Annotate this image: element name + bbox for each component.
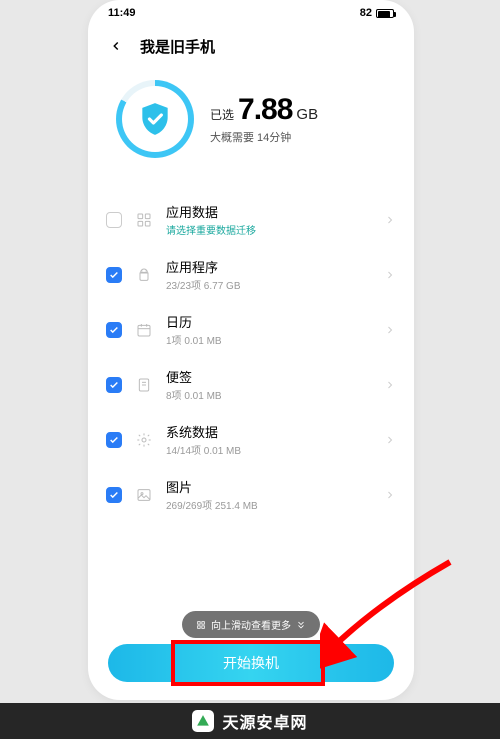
footer-logo-icon xyxy=(192,710,214,732)
item-subtitle: 1项 0.01 MB xyxy=(166,332,372,347)
summary-text: 已选 7.88 GB 大概需要 14分钟 xyxy=(210,93,318,145)
selected-label: 已选 xyxy=(210,106,234,123)
item-subtitle: 请选择重要数据迁移 xyxy=(166,222,372,237)
item-title: 便签 xyxy=(166,367,372,386)
grid-icon xyxy=(134,210,154,230)
list-item-apps[interactable]: 应用程序 23/23项 6.77 GB xyxy=(104,247,398,302)
back-button[interactable] xyxy=(104,34,128,58)
status-bar: 11:49 82 xyxy=(88,0,414,26)
checkbox[interactable] xyxy=(106,212,122,228)
page-title: 我是旧手机 xyxy=(140,36,215,57)
list-item-app-data[interactable]: 应用数据 请选择重要数据迁移 xyxy=(104,192,398,247)
data-categories-list[interactable]: 应用数据 请选择重要数据迁移 应用程序 23/23项 6.77 GB xyxy=(88,192,414,522)
chevron-right-icon xyxy=(384,269,396,281)
chevron-right-icon xyxy=(384,434,396,446)
checkbox[interactable] xyxy=(106,267,122,283)
list-item-notes[interactable]: 便签 8项 0.01 MB xyxy=(104,357,398,412)
item-subtitle: 8项 0.01 MB xyxy=(166,387,372,402)
progress-ring xyxy=(116,80,194,158)
status-time: 11:49 xyxy=(108,7,136,19)
checkbox[interactable] xyxy=(106,377,122,393)
estimate-time: 大概需要 14分钟 xyxy=(210,129,318,145)
note-icon xyxy=(134,375,154,395)
chevron-right-icon xyxy=(384,379,396,391)
android-icon xyxy=(134,265,154,285)
item-title: 系统数据 xyxy=(166,422,372,441)
item-subtitle: 14/14项 0.01 MB xyxy=(166,442,372,457)
calendar-icon xyxy=(134,320,154,340)
shield-icon xyxy=(135,99,175,139)
grid-small-icon xyxy=(196,620,206,630)
item-title: 应用数据 xyxy=(166,202,372,221)
footer-text: 天源安卓网 xyxy=(222,709,307,733)
list-item-images[interactable]: 图片 269/269项 251.4 MB xyxy=(104,467,398,522)
battery-icon xyxy=(376,9,394,18)
summary-section: 已选 7.88 GB 大概需要 14分钟 xyxy=(88,70,414,186)
chevron-right-icon xyxy=(384,324,396,336)
status-right: 82 xyxy=(360,7,394,19)
item-title: 应用程序 xyxy=(166,257,372,276)
start-transfer-button[interactable]: 开始换机 xyxy=(108,644,394,682)
checkbox[interactable] xyxy=(106,322,122,338)
item-subtitle: 269/269项 251.4 MB xyxy=(166,497,372,512)
list-item-system[interactable]: 系统数据 14/14项 0.01 MB xyxy=(104,412,398,467)
checkbox[interactable] xyxy=(106,432,122,448)
item-title: 日历 xyxy=(166,312,372,331)
item-subtitle: 23/23项 6.77 GB xyxy=(166,277,372,292)
chevron-right-icon xyxy=(384,214,396,226)
scroll-hint-pill: 向上滑动查看更多 xyxy=(182,611,320,638)
chevron-right-icon xyxy=(384,489,396,501)
phone-screen: 11:49 82 我是旧手机 已选 7.88 GB 大概需要 14分钟 xyxy=(88,0,414,700)
item-title: 图片 xyxy=(166,477,372,496)
size-unit: GB xyxy=(296,106,318,123)
size-value: 7.88 xyxy=(238,93,292,127)
image-icon xyxy=(134,485,154,505)
header: 我是旧手机 xyxy=(88,26,414,70)
double-chevron-down-icon xyxy=(296,620,306,630)
battery-percent: 82 xyxy=(360,7,372,19)
gear-icon xyxy=(134,430,154,450)
watermark-footer: 天源安卓网 xyxy=(0,703,500,739)
checkbox[interactable] xyxy=(106,487,122,503)
list-item-calendar[interactable]: 日历 1项 0.01 MB xyxy=(104,302,398,357)
scroll-hint-text: 向上滑动查看更多 xyxy=(211,617,291,632)
chevron-left-icon xyxy=(109,39,123,53)
